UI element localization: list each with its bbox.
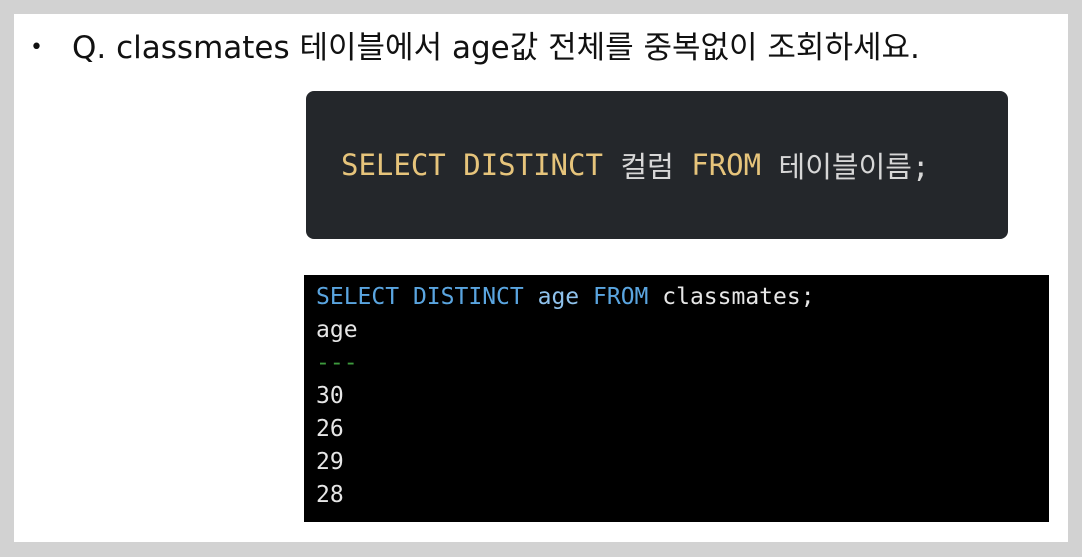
result-header: age [316,317,358,343]
syntax-code-block: SELECT DISTINCT 컬럼 FROM 테이블이름; [306,91,1008,239]
query-distinct-keyword: DISTINCT [412,284,524,310]
syntax-select-keyword: SELECT [341,148,446,182]
result-row: 29 [316,449,344,475]
query-table: classmates; [662,284,815,310]
query-from-keyword: FROM [593,284,649,310]
result-row: 30 [316,383,344,409]
syntax-column-placeholder: 컬럼 [620,150,674,184]
query-select-keyword: SELECT [316,284,400,310]
question-text: Q. classmates 테이블에서 age값 전체를 중복없이 조회하세요. [72,30,920,66]
question-line: • Q. classmates 테이블에서 age값 전체를 중복없이 조회하세요… [30,28,920,68]
slide: • Q. classmates 테이블에서 age값 전체를 중복없이 조회하세요… [14,14,1068,542]
terminal-query-line: SELECT DISTINCT age FROM classmates; [316,281,1037,314]
query-column: age [537,284,580,310]
terminal-output: SELECT DISTINCT age FROM classmates; age… [304,275,1049,522]
syntax-from-keyword: FROM [691,148,762,182]
result-row: 28 [316,482,344,508]
syntax-table-placeholder: 테이블이름; [778,150,930,184]
result-row: 26 [316,416,344,442]
result-separator: --- [316,350,358,376]
bullet-icon: • [30,35,43,60]
syntax-distinct-keyword: DISTINCT [463,148,603,182]
